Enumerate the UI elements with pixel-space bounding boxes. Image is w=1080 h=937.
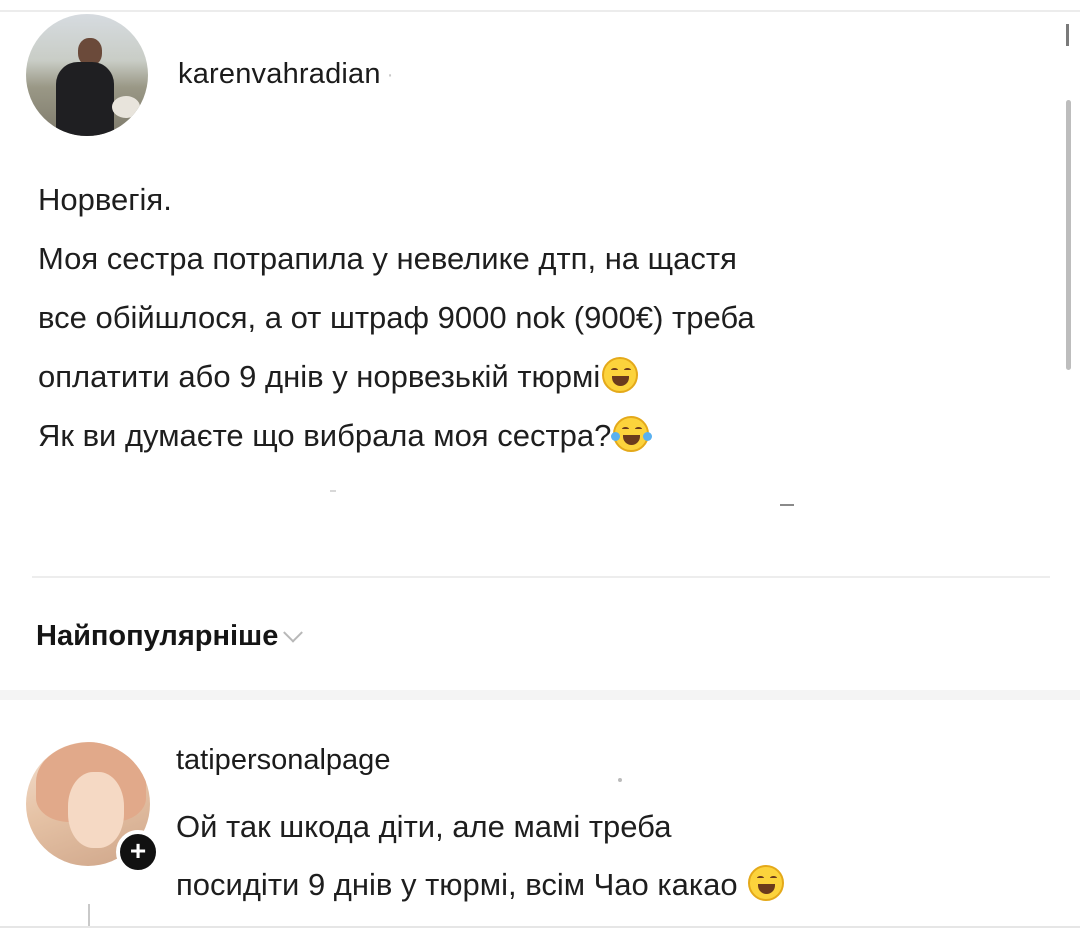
post-header: karenvahradian · <box>26 14 393 136</box>
caption-line-4-text: оплатити або 9 днів у норвезькій тюрмі <box>38 359 601 394</box>
follow-plus-icon[interactable]: + <box>116 830 160 874</box>
caption-line-5: Як ви думаєте що вибрала моя сестра? <box>38 406 1038 465</box>
top-border <box>0 10 1080 12</box>
comment-line-2: посидіти 9 днів у тюрмі, всім Чао какао <box>176 856 785 914</box>
scrollbar-top-mark <box>1066 24 1069 46</box>
post-caption: Норвегія. Моя сестра потрапила у невелик… <box>38 170 1038 465</box>
comment-line-2-text: посидіти 9 днів у тюрмі, всім Чао какао <box>176 867 738 902</box>
comment-line-1: Ой так шкода діти, але мамі треба <box>176 809 672 844</box>
caption-line-1: Норвегія. <box>38 182 172 217</box>
section-divider <box>32 576 1050 578</box>
artifact-dot-2 <box>618 778 622 782</box>
commenter-username[interactable]: tatipersonalpage <box>176 744 390 777</box>
caption-line-3: все обійшлося, а от штраф 9000 nok (900€… <box>38 300 755 335</box>
artifact-dot <box>330 490 336 492</box>
grinning-face-icon <box>602 357 639 393</box>
comment-body: Ой так шкода діти, але мамі треба посиді… <box>176 798 785 914</box>
bottom-border <box>0 926 1080 928</box>
avatar-figure-body <box>56 62 114 136</box>
avatar-sheep <box>112 96 140 118</box>
username-separator: · <box>386 63 394 86</box>
author-username[interactable]: karenvahradian <box>178 58 381 91</box>
avatar-face <box>68 772 124 848</box>
caption-line-4: оплатити або 9 днів у норвезькій тюрмі <box>38 347 1038 406</box>
sort-label[interactable]: Найпопулярніше <box>36 620 278 653</box>
laughing-face-icon <box>748 865 785 901</box>
caption-line-2: Моя сестра потрапила у невелике дтп, на … <box>38 241 737 276</box>
chevron-down-icon[interactable] <box>283 622 304 643</box>
comments-sort-dropdown[interactable]: Найпопулярніше <box>36 620 304 653</box>
section-band <box>0 690 1080 700</box>
scrollbar[interactable] <box>1066 100 1071 370</box>
tears-of-joy-icon <box>611 416 653 452</box>
thread-line <box>88 904 90 926</box>
author-avatar[interactable] <box>26 14 148 136</box>
caption-line-5-text: Як ви думаєте що вибрала моя сестра? <box>38 418 612 453</box>
artifact-dash <box>780 504 794 506</box>
